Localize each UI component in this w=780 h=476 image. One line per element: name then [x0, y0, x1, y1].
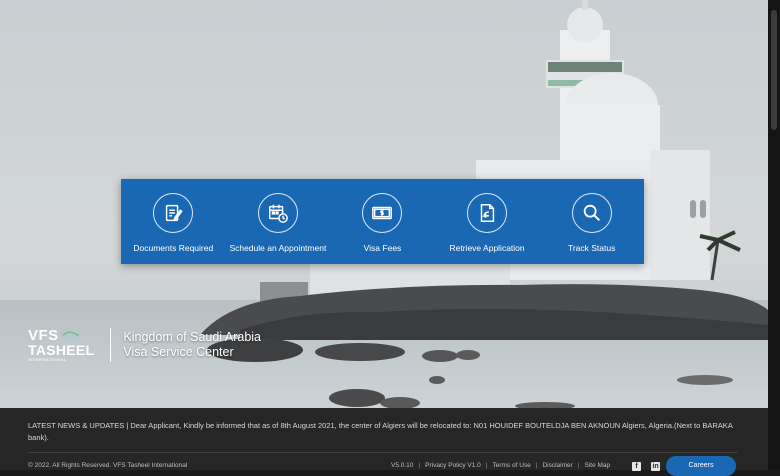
menu-label: Documents Required	[133, 243, 214, 253]
calendar-clock-icon	[257, 193, 298, 233]
terms-of-use-link[interactable]: Terms of Use	[492, 462, 530, 469]
logo-vfs: VFS	[28, 327, 59, 344]
logo-swirl-icon	[62, 331, 80, 340]
brand-divider	[110, 328, 112, 362]
privacy-policy-link[interactable]: Privacy Policy V1.0	[425, 462, 481, 469]
disclaimer-link[interactable]: Disclaimer	[542, 462, 572, 469]
version-text: V5.0.10	[391, 462, 414, 469]
menu-label: Retrieve Application	[449, 243, 525, 253]
document-edit-icon	[153, 193, 194, 233]
link-separator: |	[577, 462, 580, 469]
footer-divider	[28, 452, 738, 453]
menu-item-track-status[interactable]: Track Status	[539, 179, 644, 264]
brand-title-country: Kingdom of Saudi Arabia	[123, 330, 261, 344]
news-ticker: LATEST NEWS & UPDATES | Dear Applicant, …	[28, 421, 733, 442]
menu-label: Track Status	[567, 243, 616, 253]
menu-item-visa-fees[interactable]: Visa Fees	[330, 179, 435, 264]
scrollbar-thumb[interactable]	[771, 10, 777, 130]
careers-button[interactable]: Careers	[666, 456, 736, 476]
money-icon	[362, 193, 403, 233]
vfs-tasheel-logo[interactable]: VFS TASHEEL INTERNATIONAL	[28, 328, 94, 362]
brand-title-center: Visa Service Center	[123, 345, 234, 359]
link-separator: |	[418, 462, 421, 469]
menu-label: Schedule an Appointment	[229, 243, 327, 253]
menu-item-schedule-appointment[interactable]: Schedule an Appointment	[226, 179, 331, 264]
site-map-link[interactable]: Site Map	[585, 462, 611, 469]
logo-international: INTERNATIONAL	[28, 357, 67, 362]
link-separator: |	[485, 462, 488, 469]
menu-label: Visa Fees	[363, 243, 402, 253]
retrieve-document-icon	[467, 193, 508, 233]
link-separator: |	[535, 462, 538, 469]
copyright-text: © 2022. All Rights Reserved. VFS Tasheel…	[28, 462, 188, 469]
search-icon	[571, 193, 612, 233]
logo-tasheel: TASHEEL	[28, 342, 95, 358]
menu-item-retrieve-application[interactable]: Retrieve Application	[435, 179, 540, 264]
service-menu: Documents Required Schedule an Appointme…	[121, 179, 644, 264]
menu-item-documents-required[interactable]: Documents Required	[121, 179, 226, 264]
page-scrollbar[interactable]	[768, 0, 780, 470]
brand-block: VFS TASHEEL INTERNATIONAL Kingdom of Sau…	[28, 328, 261, 362]
footer-links: V5.0.10 | Privacy Policy V1.0 | Terms of Use…	[391, 462, 610, 469]
footer: LATEST NEWS & UPDATES | Dear Applicant, …	[0, 408, 768, 471]
